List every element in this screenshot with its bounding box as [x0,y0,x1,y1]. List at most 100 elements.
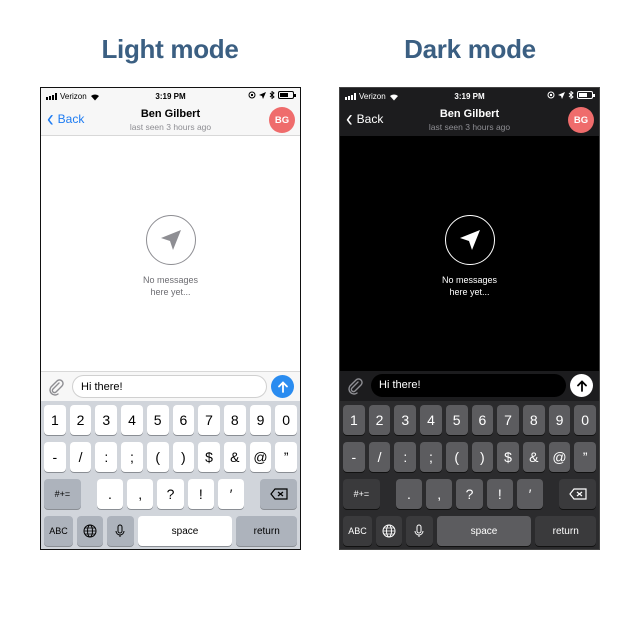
key-open-paren[interactable]: ( [146,442,169,472]
backspace-key[interactable] [260,479,297,509]
empty-state-line1: No messages [441,275,498,285]
backspace-icon [568,488,587,500]
chat-header: ‹ Back Ben Gilbert last seen 3 hours ago… [340,106,599,136]
key-3[interactable]: 3 [95,405,118,435]
key-hyphen[interactable]: - [343,442,365,472]
keyboard: 1 2 3 4 5 6 7 8 9 0 - / : ; ( ) $ & @ ” … [41,401,300,549]
key-ampersand[interactable]: & [223,442,246,472]
key-apostrophe[interactable]: ′ [516,479,544,509]
globe-key[interactable] [375,516,403,546]
back-button[interactable]: ‹ Back [346,107,383,131]
key-6[interactable]: 6 [172,405,195,435]
mic-key[interactable] [406,516,433,546]
battery-icon [278,91,296,99]
key-0[interactable]: 0 [275,405,298,435]
key-exclamation[interactable]: ! [187,479,214,509]
key-6[interactable]: 6 [471,405,494,435]
key-4[interactable]: 4 [420,405,442,435]
key-7[interactable]: 7 [198,405,220,435]
globe-icon [382,524,396,538]
globe-key[interactable] [76,516,104,546]
send-arrow-icon [576,379,587,392]
key-slash[interactable]: / [69,442,92,472]
key-dollar[interactable]: $ [497,442,519,472]
abc-key[interactable]: ABC [44,516,73,546]
key-0[interactable]: 0 [574,405,597,435]
key-at[interactable]: @ [548,442,571,472]
avatar[interactable]: BG [269,107,295,133]
send-arrow-icon [277,380,288,393]
backspace-key[interactable] [559,479,596,509]
key-7[interactable]: 7 [497,405,519,435]
key-exclamation[interactable]: ! [486,479,513,509]
key-colon[interactable]: : [95,442,118,472]
bluetooth-icon [269,91,275,99]
paperclip-icon[interactable] [346,377,364,395]
key-question[interactable]: ? [456,479,483,509]
key-semicolon[interactable]: ; [420,442,442,472]
composer-bar: Hi there! [340,371,599,401]
key-close-paren[interactable]: ) [471,442,494,472]
key-period[interactable]: . [96,479,124,509]
key-quote[interactable]: ” [574,442,597,472]
empty-state: No messages here yet... [41,215,300,298]
last-seen-status: last seen 3 hours ago [428,122,511,132]
key-5[interactable]: 5 [146,405,169,435]
empty-state-line2: here yet... [150,287,191,297]
symbols-key[interactable]: #+= [343,479,380,509]
key-2[interactable]: 2 [69,405,92,435]
paperclip-icon[interactable] [47,378,65,396]
back-label: Back [57,112,85,126]
location-arrow-icon [259,91,266,99]
key-4[interactable]: 4 [121,405,143,435]
key-dollar[interactable]: $ [198,442,220,472]
key-close-paren[interactable]: ) [172,442,195,472]
back-button[interactable]: ‹ Back [47,107,85,131]
avatar[interactable]: BG [568,107,594,133]
key-9[interactable]: 9 [548,405,571,435]
key-semicolon[interactable]: ; [121,442,143,472]
message-input[interactable]: Hi there! [72,375,267,398]
contact-name: Ben Gilbert [140,108,201,120]
key-9[interactable]: 9 [249,405,272,435]
send-button[interactable] [271,375,294,398]
return-key[interactable]: return [236,516,297,546]
abc-key[interactable]: ABC [343,516,372,546]
space-key[interactable]: space [137,516,233,546]
location-arrow-icon [558,91,565,99]
microphone-icon [414,524,424,537]
contact-name: Ben Gilbert [439,108,500,120]
space-key[interactable]: space [436,516,532,546]
key-5[interactable]: 5 [445,405,468,435]
key-1[interactable]: 1 [44,405,66,435]
chat-header: ‹ Back Ben Gilbert last seen 3 hours ago… [41,106,300,136]
phone-light: Verizon 3:19 PM ‹ Back Ben Gilbert last … [40,87,301,550]
key-8[interactable]: 8 [223,405,246,435]
key-comma[interactable]: , [127,479,154,509]
key-hyphen[interactable]: - [44,442,66,472]
key-3[interactable]: 3 [394,405,417,435]
paper-plane-icon [145,215,196,265]
send-button[interactable] [570,374,593,397]
battery-icon [577,91,595,99]
key-quote[interactable]: ” [275,442,298,472]
status-bar: Verizon 3:19 PM [340,88,599,106]
key-question[interactable]: ? [157,479,184,509]
dark-mode-title: Dark mode [404,34,536,64]
symbols-key[interactable]: #+= [44,479,81,509]
key-ampersand[interactable]: & [522,442,545,472]
mic-key[interactable] [107,516,134,546]
key-at[interactable]: @ [249,442,272,472]
key-comma[interactable]: , [426,479,453,509]
key-period[interactable]: . [395,479,423,509]
return-key[interactable]: return [535,516,596,546]
key-1[interactable]: 1 [343,405,365,435]
key-colon[interactable]: : [394,442,417,472]
key-open-paren[interactable]: ( [445,442,468,472]
key-apostrophe[interactable]: ′ [217,479,245,509]
message-input[interactable]: Hi there! [371,374,566,397]
key-slash[interactable]: / [368,442,391,472]
key-8[interactable]: 8 [522,405,545,435]
key-2[interactable]: 2 [368,405,391,435]
light-mode-title: Light mode [101,34,239,64]
